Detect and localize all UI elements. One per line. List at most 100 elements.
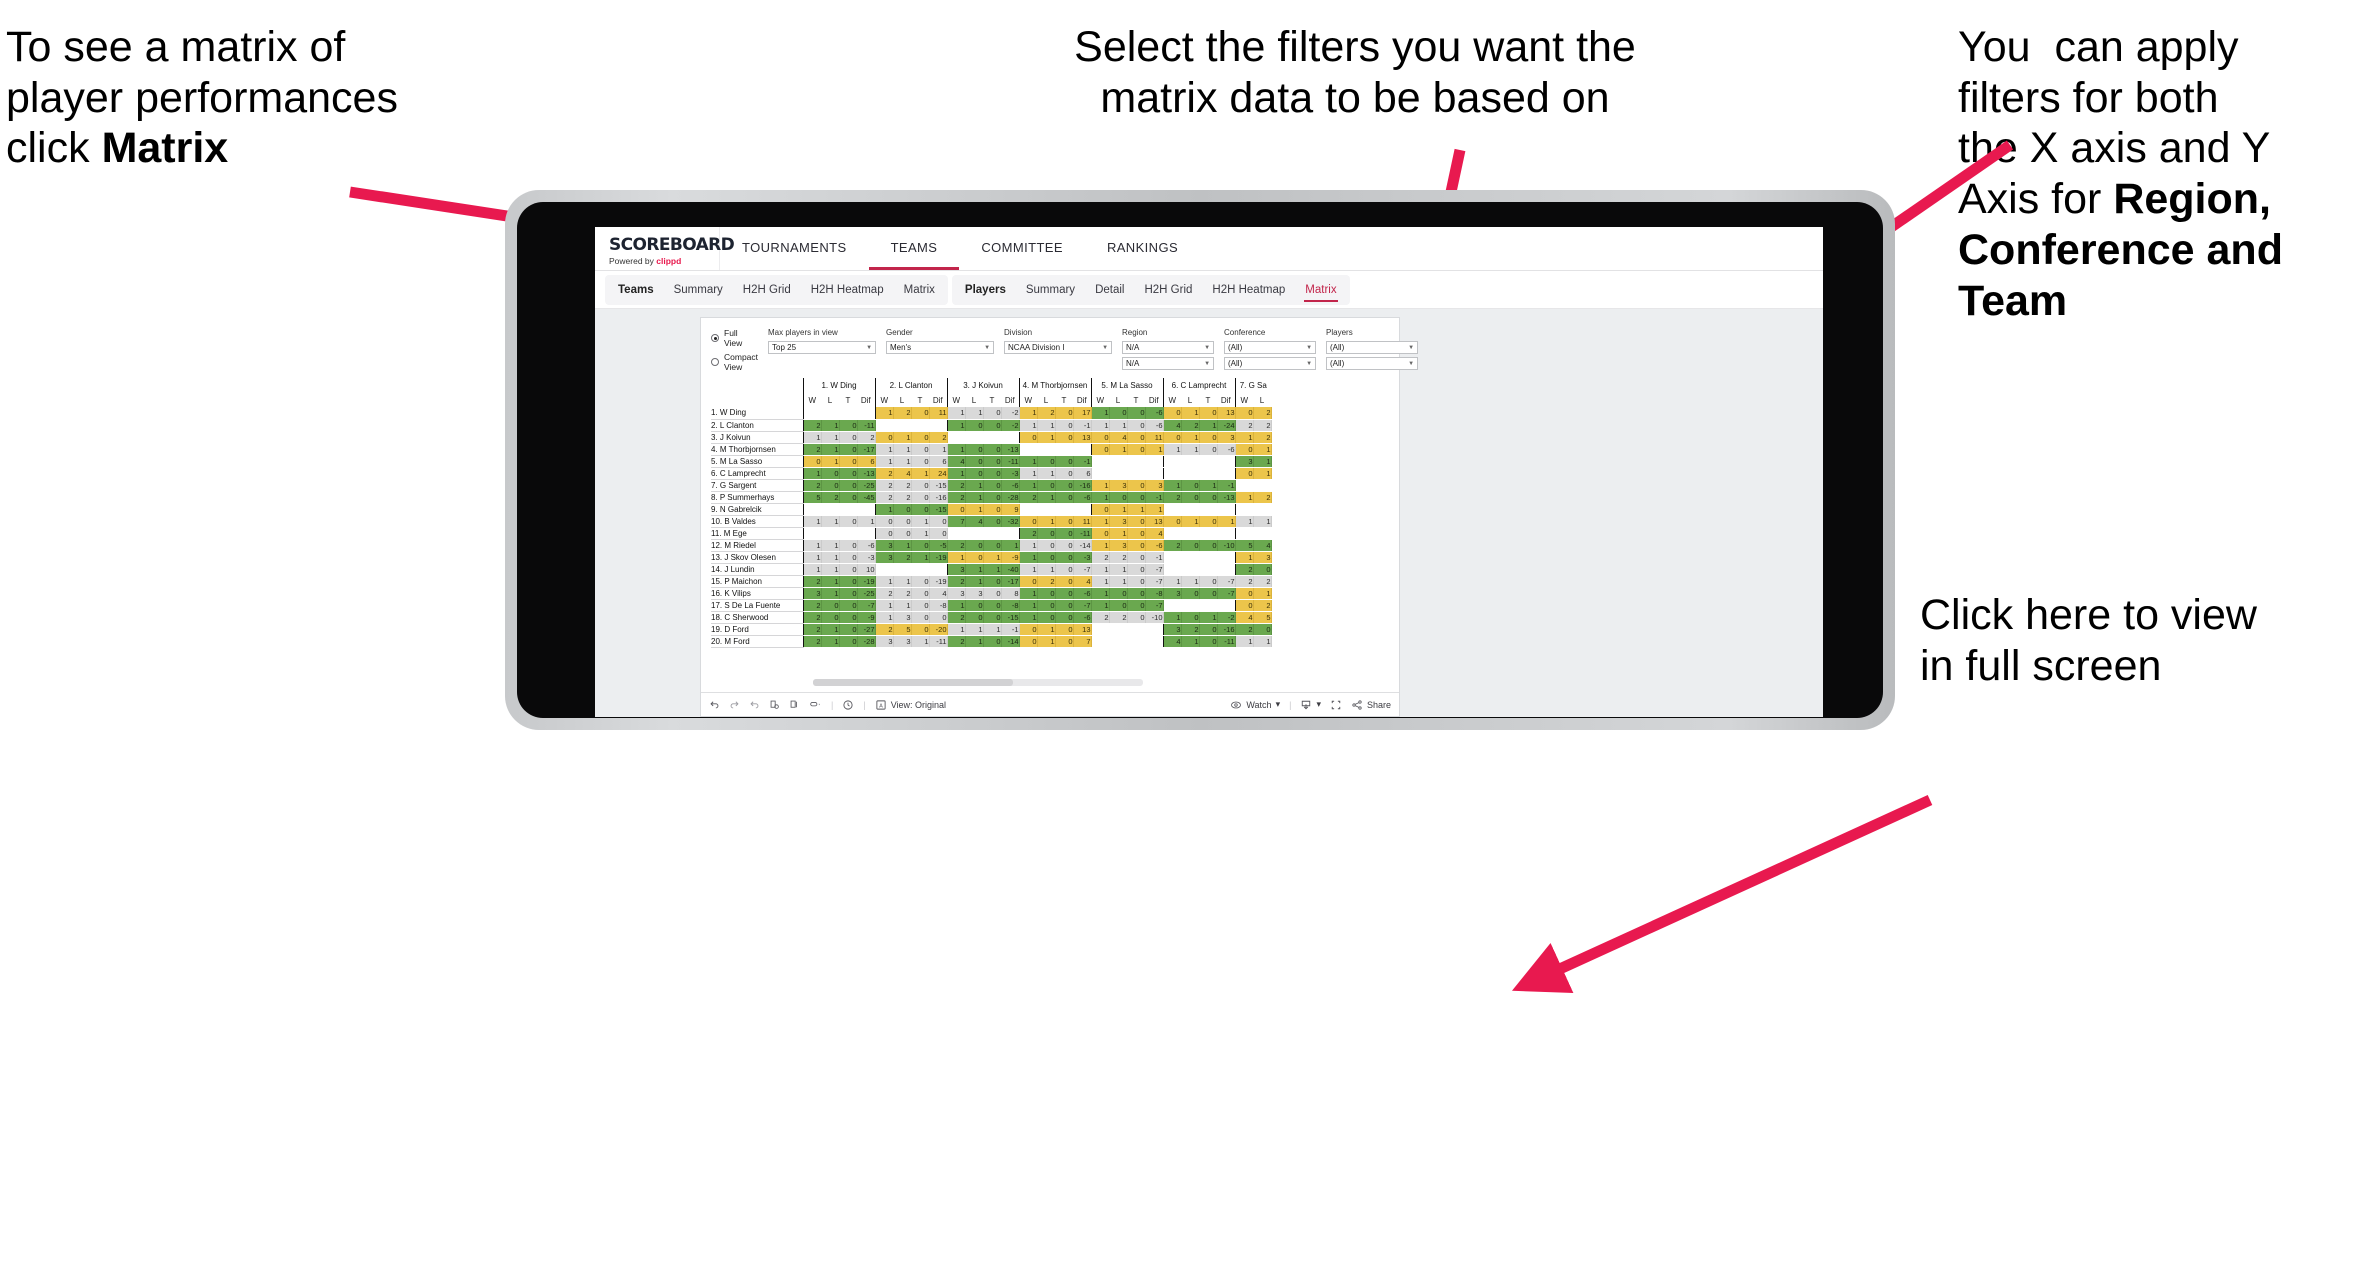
matrix-cell[interactable]: 2 <box>874 587 894 600</box>
matrix-cell[interactable]: 0 <box>1127 599 1146 612</box>
matrix-cell[interactable]: 1 <box>1037 515 1056 528</box>
matrix-cell[interactable]: 1 <box>802 551 822 564</box>
matrix-cell[interactable]: 0 <box>1109 407 1128 420</box>
matrix-cell[interactable] <box>1145 623 1163 636</box>
matrix-cell[interactable]: 1 <box>946 623 966 636</box>
matrix-cell[interactable] <box>1181 455 1199 468</box>
matrix-cell[interactable]: 2 <box>946 611 966 624</box>
matrix-cell[interactable]: 1 <box>1253 467 1272 480</box>
matrix-cell[interactable]: 2 <box>1162 491 1182 504</box>
matrix-cell[interactable]: -7 <box>857 599 876 612</box>
matrix-cell[interactable]: 1 <box>1234 431 1254 444</box>
subnav-teams-h2h-grid[interactable]: H2H Grid <box>734 280 800 300</box>
matrix-cell[interactable]: 2 <box>893 479 912 492</box>
matrix-cell[interactable] <box>1001 527 1019 540</box>
matrix-cell[interactable] <box>1073 443 1091 456</box>
matrix-cell[interactable] <box>1217 503 1235 516</box>
matrix-cell[interactable]: -17 <box>857 443 876 456</box>
matrix-cell[interactable]: 2 <box>1018 527 1038 540</box>
matrix-cell[interactable]: 1 <box>946 599 966 612</box>
matrix-cell[interactable]: 0 <box>965 551 984 564</box>
matrix-cell[interactable]: 0 <box>965 539 984 552</box>
matrix-cell[interactable] <box>821 503 839 516</box>
matrix-cell[interactable]: 4 <box>1234 611 1254 624</box>
matrix-cell[interactable]: -15 <box>929 479 948 492</box>
matrix-cell[interactable]: 0 <box>839 587 858 600</box>
matrix-cell[interactable]: 0 <box>821 611 840 624</box>
matrix-cell[interactable] <box>1199 599 1217 612</box>
radio-full-view[interactable]: Full View <box>711 328 758 348</box>
matrix-cell[interactable] <box>929 419 947 432</box>
matrix-cell[interactable]: 0 <box>1127 419 1146 432</box>
matrix-cell[interactable] <box>1109 467 1127 480</box>
matrix-cell[interactable]: 0 <box>1018 575 1038 588</box>
matrix-cell[interactable]: 2 <box>1253 407 1272 420</box>
matrix-cell[interactable]: -7 <box>1073 599 1092 612</box>
matrix-cell[interactable]: -10 <box>1217 539 1236 552</box>
matrix-cell[interactable]: 0 <box>1055 623 1074 636</box>
share-button[interactable]: Share <box>1351 699 1391 711</box>
matrix-cell[interactable] <box>821 407 839 420</box>
matrix-cell[interactable]: 0 <box>983 503 1002 516</box>
matrix-cell[interactable] <box>1217 455 1235 468</box>
matrix-cell[interactable]: -15 <box>929 503 948 516</box>
redo-icon[interactable] <box>729 699 740 710</box>
matrix-cell[interactable] <box>1181 599 1199 612</box>
matrix-cell[interactable]: -1 <box>1217 479 1236 492</box>
matrix-cell[interactable]: 1 <box>1181 635 1200 648</box>
matrix-cell[interactable]: 0 <box>929 527 948 540</box>
revert-icon[interactable] <box>749 699 760 710</box>
matrix-cell[interactable]: 0 <box>874 527 894 540</box>
matrix-cell[interactable] <box>1109 635 1127 648</box>
matrix-cell[interactable] <box>1018 503 1037 516</box>
matrix-cell[interactable]: 6 <box>1073 467 1092 480</box>
matrix-cell[interactable] <box>946 527 965 540</box>
matrix-cell[interactable]: 0 <box>983 491 1002 504</box>
matrix-cell[interactable]: 0 <box>1055 419 1074 432</box>
matrix-cell[interactable] <box>1145 455 1163 468</box>
matrix-cell[interactable]: 0 <box>983 419 1002 432</box>
matrix-cell[interactable]: 0 <box>1109 599 1128 612</box>
matrix-cell[interactable]: 1 <box>1181 443 1200 456</box>
matrix-cell[interactable] <box>1199 527 1217 540</box>
matrix-cell[interactable]: 3 <box>1162 623 1182 636</box>
dropdown-players-x[interactable]: (All) ▼ <box>1326 341 1419 354</box>
matrix-cell[interactable]: 0 <box>1055 587 1074 600</box>
matrix-cell[interactable]: 2 <box>1037 407 1056 420</box>
matrix-cell[interactable]: 0 <box>1018 635 1038 648</box>
matrix-cell[interactable]: 2 <box>929 431 948 444</box>
matrix-cell[interactable]: 2 <box>802 479 822 492</box>
matrix-cell[interactable]: 2 <box>1018 491 1038 504</box>
matrix-cell[interactable]: -7 <box>1145 563 1164 576</box>
matrix-cell[interactable]: -14 <box>1073 539 1092 552</box>
matrix-cell[interactable]: 1 <box>965 503 984 516</box>
matrix-cell[interactable]: 2 <box>1090 551 1110 564</box>
matrix-cell[interactable]: 0 <box>1181 611 1200 624</box>
matrix-cell[interactable]: 1 <box>1090 575 1110 588</box>
matrix-cell[interactable]: 13 <box>1145 515 1164 528</box>
matrix-cell[interactable]: 1 <box>821 623 840 636</box>
matrix-cell[interactable]: 2 <box>1234 575 1254 588</box>
matrix-cell[interactable]: 2 <box>1181 419 1200 432</box>
matrix-cell[interactable]: 1 <box>1018 407 1038 420</box>
matrix-cell[interactable]: 1 <box>946 443 966 456</box>
matrix-cell[interactable]: 0 <box>874 431 894 444</box>
matrix-cell[interactable]: -6 <box>1001 479 1020 492</box>
matrix-cell[interactable] <box>857 503 875 516</box>
matrix-cell[interactable]: -24 <box>1217 419 1236 432</box>
matrix-cell[interactable] <box>1001 431 1019 444</box>
matrix-cell[interactable]: 0 <box>1055 635 1074 648</box>
matrix-cell[interactable]: 0 <box>983 539 1002 552</box>
matrix-cell[interactable]: 1 <box>821 587 840 600</box>
matrix-cell[interactable]: 0 <box>1199 407 1218 420</box>
matrix-cell[interactable]: 0 <box>839 443 858 456</box>
matrix-cell[interactable]: 1 <box>1234 515 1254 528</box>
matrix-cell[interactable] <box>1073 503 1091 516</box>
matrix-cell[interactable]: 1 <box>1037 419 1056 432</box>
matrix-cell[interactable]: 0 <box>983 599 1002 612</box>
matrix-cell[interactable]: 0 <box>1055 539 1074 552</box>
matrix-cell[interactable]: 0 <box>1199 443 1218 456</box>
matrix-cell[interactable] <box>965 431 983 444</box>
matrix-cell[interactable]: 1 <box>893 443 912 456</box>
matrix-cell[interactable]: -11 <box>1001 455 1020 468</box>
